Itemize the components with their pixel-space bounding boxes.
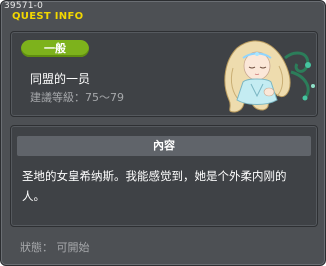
category-badge: 一般	[21, 40, 89, 57]
title-bar[interactable]: 39571-0 QUEST INFO	[1, 1, 325, 27]
npc-portrait	[224, 40, 315, 113]
quest-id: 39571-0	[4, 1, 44, 11]
quest-status: 狀態： 可開始	[20, 241, 90, 254]
quest-name: 同盟的一员	[30, 72, 91, 86]
content-header: 內容	[17, 136, 311, 156]
quest-info-window: 39571-0 QUEST INFO 一般 同盟的一员 建議等級：75～79 內…	[0, 0, 326, 266]
recommended-level: 建議等級：75～79	[30, 91, 124, 104]
quest-description: 圣地的女皇希纳斯。我能感觉到，她是个外柔内刚的人。	[22, 169, 287, 203]
quest-content-panel: 內容 圣地的女皇希纳斯。我能感觉到，她是个外柔内刚的人。	[10, 125, 318, 227]
quest-summary-panel: 一般 同盟的一员 建議等級：75～79	[10, 31, 318, 117]
window-title: QUEST INFO	[12, 11, 84, 22]
